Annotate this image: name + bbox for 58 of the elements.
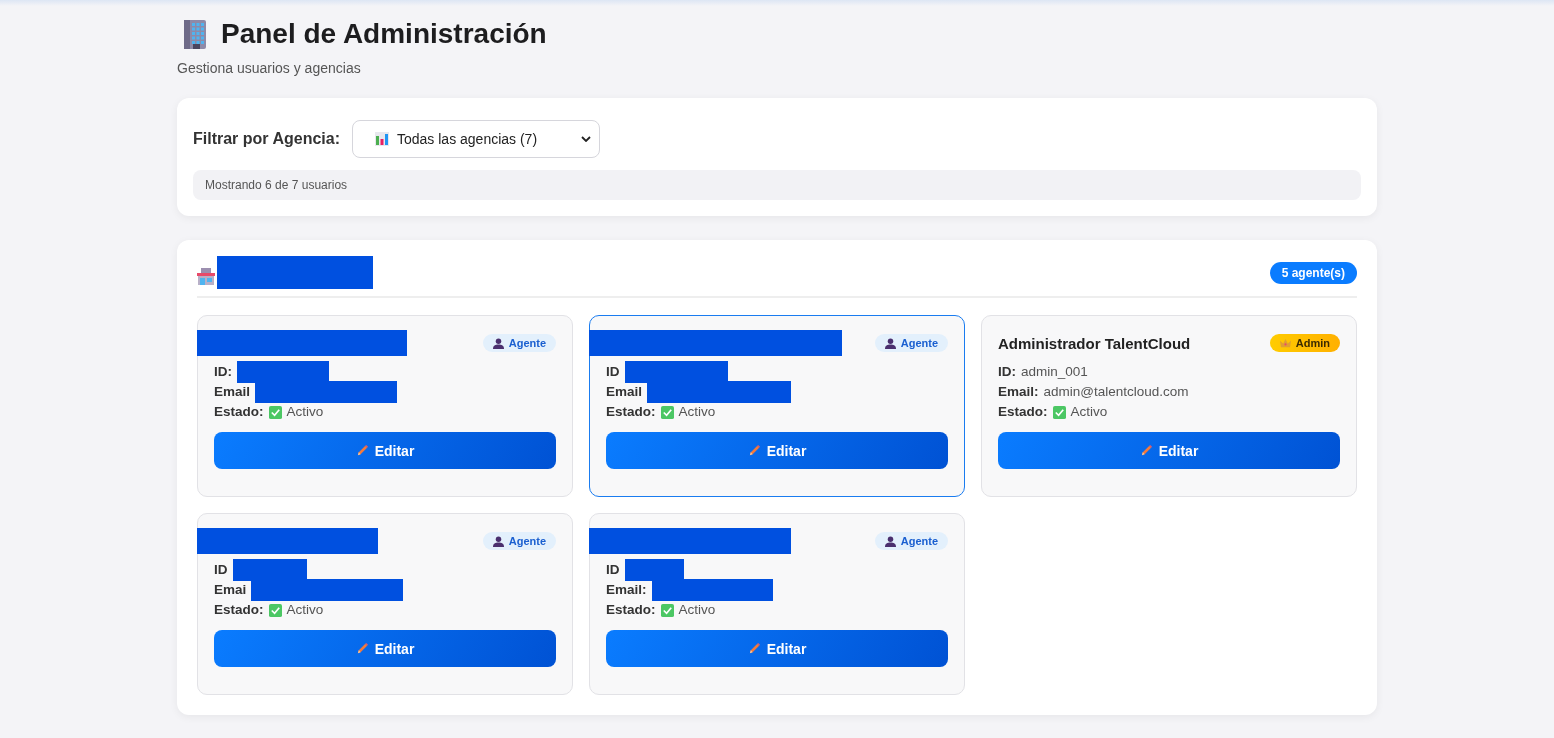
email-label: Email xyxy=(214,383,251,401)
pencil-icon xyxy=(747,642,761,655)
role-label: Admin xyxy=(1295,337,1330,349)
pencil-icon xyxy=(747,444,761,457)
edit-button[interactable]: Editar xyxy=(214,432,556,469)
person-icon xyxy=(492,535,504,547)
user-card[interactable]: Administrador TalentCloud Admin ID: admin_001 Email: admin@talentcloud.com Estado: Activo Editar xyxy=(981,315,1357,497)
store-icon xyxy=(197,266,215,285)
edit-button[interactable]: Editar xyxy=(214,630,556,667)
status-label: Estado: xyxy=(606,403,656,421)
edit-button[interactable]: Editar xyxy=(998,432,1340,469)
chevron-down-icon xyxy=(581,136,591,142)
status-label: Estado: xyxy=(998,403,1048,421)
role-label: Agente xyxy=(508,337,546,349)
user-status: Activo xyxy=(286,403,324,421)
user-card[interactable]: Agente ID Email Estado: Activo Editar xyxy=(589,315,965,497)
user-status: Activo xyxy=(286,601,324,619)
page-subtitle: Gestiona usuarios y agencias xyxy=(177,60,362,76)
person-icon xyxy=(884,535,896,547)
office-building-icon xyxy=(181,19,209,49)
crown-icon xyxy=(1279,337,1291,349)
email-label: Email: xyxy=(998,383,1039,401)
edit-button[interactable]: Editar xyxy=(606,432,948,469)
id-label: ID xyxy=(606,363,620,381)
agency-select[interactable]: Todas las agencias (7) xyxy=(352,120,600,158)
user-id: admin_001 xyxy=(1021,363,1088,381)
status-label: Estado: xyxy=(214,601,264,619)
status-label: Estado: xyxy=(214,403,264,421)
user-card[interactable]: Agente ID: Email Estado: Activo Editar xyxy=(197,315,573,497)
id-label: ID: xyxy=(998,363,1016,381)
person-icon xyxy=(492,337,504,349)
status-label: Estado: xyxy=(606,601,656,619)
user-name: Administrador TalentCloud xyxy=(998,334,1191,352)
user-status: Activo xyxy=(1070,403,1108,421)
email-label: Email xyxy=(606,383,643,401)
pencil-icon xyxy=(1139,444,1153,457)
pencil-icon xyxy=(355,444,369,457)
user-status: Activo xyxy=(678,601,716,619)
user-email: admin@talentcloud.com xyxy=(1043,383,1189,401)
page-title: Panel de Administración xyxy=(221,18,547,50)
user-card[interactable]: Agente ID Email: Estado: Activo Editar xyxy=(589,513,965,695)
edit-button[interactable]: Editar xyxy=(606,630,948,667)
role-label: Agente xyxy=(508,535,546,547)
person-icon xyxy=(884,337,896,349)
agent-count-badge: 5 agente(s) xyxy=(1269,261,1357,284)
id-label: ID: xyxy=(214,363,232,381)
email-label: Email: xyxy=(606,581,647,599)
bar-chart-icon xyxy=(375,132,389,146)
email-label: Emai xyxy=(214,581,247,599)
user-card[interactable]: Agente ID Emai Estado: Activo Editar xyxy=(197,513,573,695)
id-label: ID xyxy=(214,561,228,579)
filter-label: Filtrar por Agencia: xyxy=(193,130,340,148)
results-summary: Mostrando 6 de 7 usuarios xyxy=(193,170,1361,200)
role-label: Agente xyxy=(900,535,938,547)
id-label: ID xyxy=(606,561,620,579)
role-label: Agente xyxy=(900,337,938,349)
user-status: Activo xyxy=(678,403,716,421)
pencil-icon xyxy=(355,642,369,655)
